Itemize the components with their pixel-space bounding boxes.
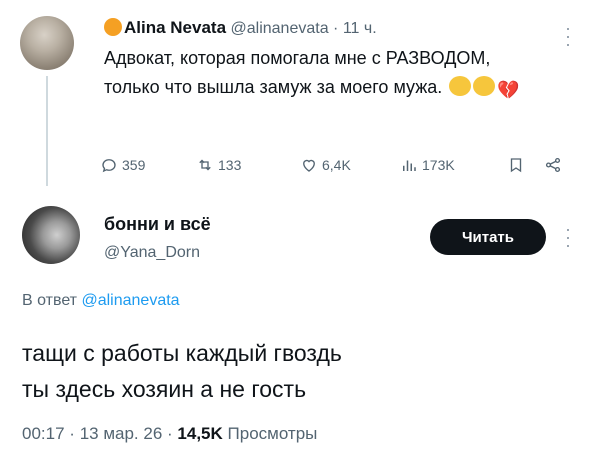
bookmark-icon [510, 158, 522, 173]
heart-icon [303, 159, 315, 172]
orange-circle-emoji-icon [104, 18, 122, 36]
reply-prefix: В ответ [22, 292, 78, 309]
crying-face-emoji-icon [449, 76, 472, 96]
tweet1-more-icon[interactable]: · · · [563, 19, 573, 53]
tweet2-views-count: 14,5K [177, 424, 223, 443]
tweet2-meta: 00:17 · 13 мар. 26 · 14,5K Просмотры [22, 424, 317, 444]
tweet1-separator: · [333, 20, 339, 37]
tweet2-date[interactable]: 13 мар. 26 [80, 424, 163, 443]
crying-face-emoji-icon [473, 76, 496, 96]
tweet2-handle[interactable]: @Yana_Dorn [104, 244, 200, 262]
tweet1-text-block: Адвокат, которая помогала мне с РАЗВОДОМ… [104, 44, 544, 102]
repost-count: 133 [218, 157, 242, 173]
tweet2-time[interactable]: 00:17 [22, 424, 65, 443]
broken-heart-emoji-icon: 💔 [497, 80, 520, 100]
like-action[interactable]: 6,4K [300, 156, 351, 174]
thread-line [46, 76, 48, 186]
tweet2-more-icon[interactable]: · · · [563, 220, 573, 254]
meta-separator: · [167, 424, 173, 443]
tweet2-views-label: Просмотры [227, 424, 318, 443]
bookmark-action[interactable] [507, 156, 529, 174]
avatar-alina[interactable] [20, 16, 74, 70]
views-count: 173K [422, 157, 455, 173]
repost-icon [199, 159, 211, 171]
views-action[interactable]: 173K [400, 156, 455, 174]
tweet2-display-name[interactable]: бонни и всё [104, 214, 211, 235]
tweet2-text-block: тащи с работы каждый гвоздь ты здесь хоз… [22, 335, 342, 407]
avatar-yana[interactable] [22, 206, 80, 264]
reply-to-handle-link[interactable]: @alinanevata [81, 292, 179, 309]
tweet1-text: Адвокат, которая помогала мне с РАЗВОДОМ… [104, 48, 491, 97]
tweet1-header: Alina Nevata @alinanevata · 11 ч. [104, 18, 377, 38]
tweet1-handle[interactable]: @alinanevata [231, 20, 329, 37]
meta-separator: · [69, 424, 75, 443]
views-chart-icon [403, 160, 416, 171]
reply-count: 359 [122, 157, 146, 173]
tweet2-text-line-1: тащи с работы каждый гвоздь [22, 340, 342, 366]
reply-icon [102, 159, 116, 173]
like-count: 6,4K [322, 157, 351, 173]
tweet1-display-name[interactable]: Alina Nevata [124, 18, 226, 37]
read-button[interactable]: Читать [430, 219, 546, 255]
tweet2-text-line-2: ты здесь хозяин а не гость [22, 376, 307, 402]
tweet1-time[interactable]: 11 ч. [343, 20, 377, 37]
share-action[interactable] [544, 156, 566, 174]
repost-action[interactable]: 133 [196, 156, 241, 174]
share-icon [545, 157, 561, 173]
reply-to-line: В ответ @alinanevata [22, 292, 180, 310]
reply-action[interactable]: 359 [100, 156, 145, 174]
